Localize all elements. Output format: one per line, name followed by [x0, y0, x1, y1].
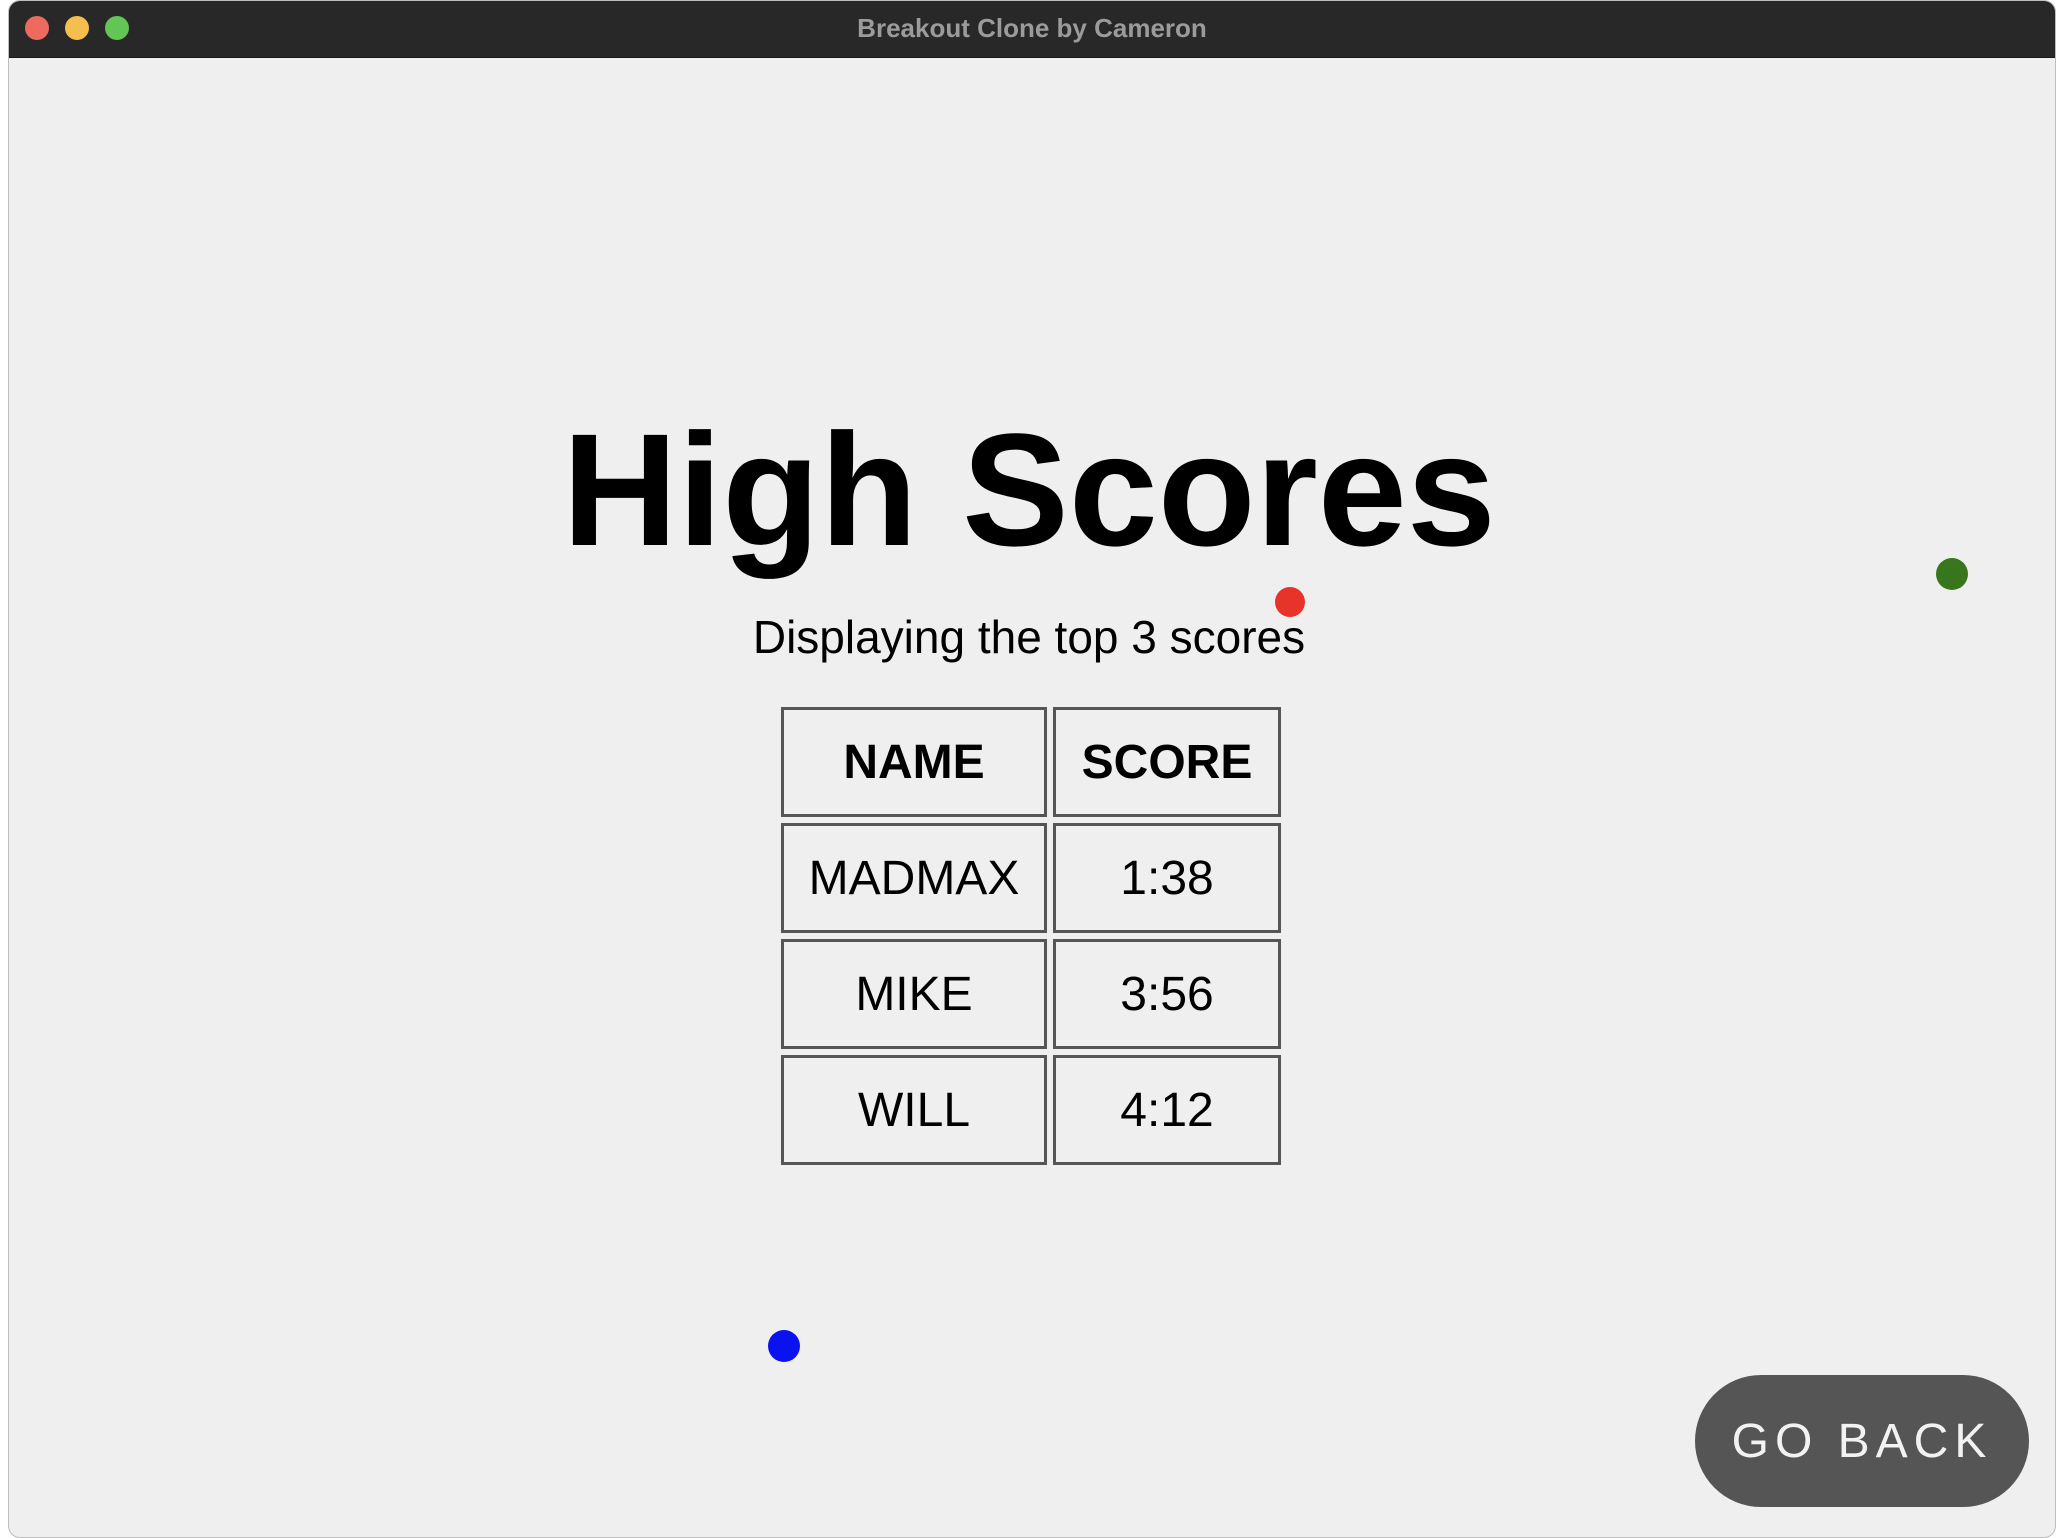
table-cell-name: MADMAX [781, 823, 1047, 933]
table-cell-score: 4:12 [1053, 1055, 1281, 1165]
high-scores-screen: High Scores Displaying the top 3 scores … [9, 58, 2055, 1537]
bouncing-ball-green [1936, 558, 1968, 590]
page-title: High Scores [562, 400, 1496, 579]
title-bar: Breakout Clone by Cameron [9, 1, 2055, 58]
bouncing-ball-red [1275, 587, 1305, 617]
table-cell-score: 3:56 [1053, 939, 1281, 1049]
window-title: Breakout Clone by Cameron [857, 13, 1207, 43]
table-cell-score: 1:38 [1053, 823, 1281, 933]
column-header-score: SCORE [1053, 707, 1281, 817]
column-header-name: NAME [781, 707, 1047, 817]
bouncing-ball-blue [768, 1330, 800, 1362]
table-cell-name: MIKE [781, 939, 1047, 1049]
table-cell-name: WILL [781, 1055, 1047, 1165]
page-subtitle: Displaying the top 3 scores [752, 611, 1306, 663]
scores-table: NAME SCORE MADMAX 1:38 MIKE 3:56 WILL 4:… [781, 707, 1281, 1165]
app-window: Breakout Clone by Cameron High Scores Di… [8, 0, 2056, 1538]
go-back-button[interactable]: GO BACK [1695, 1375, 2029, 1507]
